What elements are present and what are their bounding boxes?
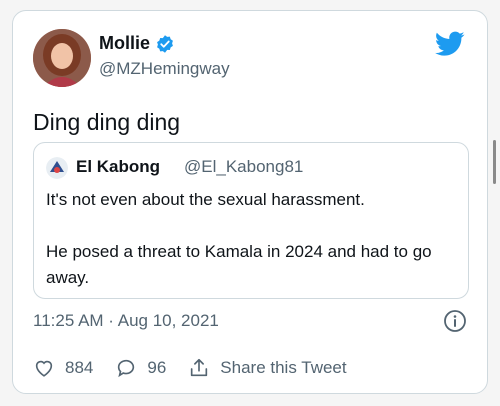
twitter-bird-icon[interactable] <box>435 31 465 57</box>
share-label: Share this Tweet <box>220 358 347 377</box>
tweet-timestamp[interactable]: 11:25 AM · Aug 10, 2021 <box>33 311 219 331</box>
info-icon[interactable] <box>443 309 467 333</box>
quoted-author-avatar[interactable] <box>46 157 68 179</box>
author-name[interactable]: Mollie <box>99 33 150 54</box>
like-count: 884 <box>65 358 94 377</box>
tweet-card: Mollie @MZHemingway Ding ding ding El Ka… <box>12 10 488 394</box>
reply-bubble-icon <box>118 359 135 378</box>
quoted-paragraph: It's not even about the sexual harassmen… <box>46 190 365 209</box>
quoted-tweet[interactable]: El Kabong @El_Kabong81 It's not even abo… <box>33 142 469 299</box>
author-avatar[interactable] <box>33 29 91 87</box>
tweet-actions: 884 96 Share this Tweet <box>33 357 369 379</box>
quoted-author-name[interactable]: El Kabong <box>76 157 160 177</box>
tweet-text: Ding ding ding <box>33 109 181 135</box>
verified-badge-icon <box>157 34 173 53</box>
share-button[interactable]: Share this Tweet <box>188 357 347 379</box>
like-button[interactable]: 884 <box>33 357 93 379</box>
author-handle[interactable]: @MZHemingway <box>99 59 230 79</box>
quoted-author-handle[interactable]: @El_Kabong81 <box>184 157 303 177</box>
share-icon <box>191 358 208 377</box>
reply-button[interactable]: 96 <box>115 357 166 379</box>
quoted-paragraph: He posed a threat to Kamala in 2024 and … <box>46 242 432 287</box>
quoted-tweet-text: It's not even about the sexual harassmen… <box>46 187 458 291</box>
reply-count: 96 <box>147 358 167 377</box>
heart-icon <box>35 360 53 377</box>
scrollbar[interactable] <box>493 140 496 184</box>
